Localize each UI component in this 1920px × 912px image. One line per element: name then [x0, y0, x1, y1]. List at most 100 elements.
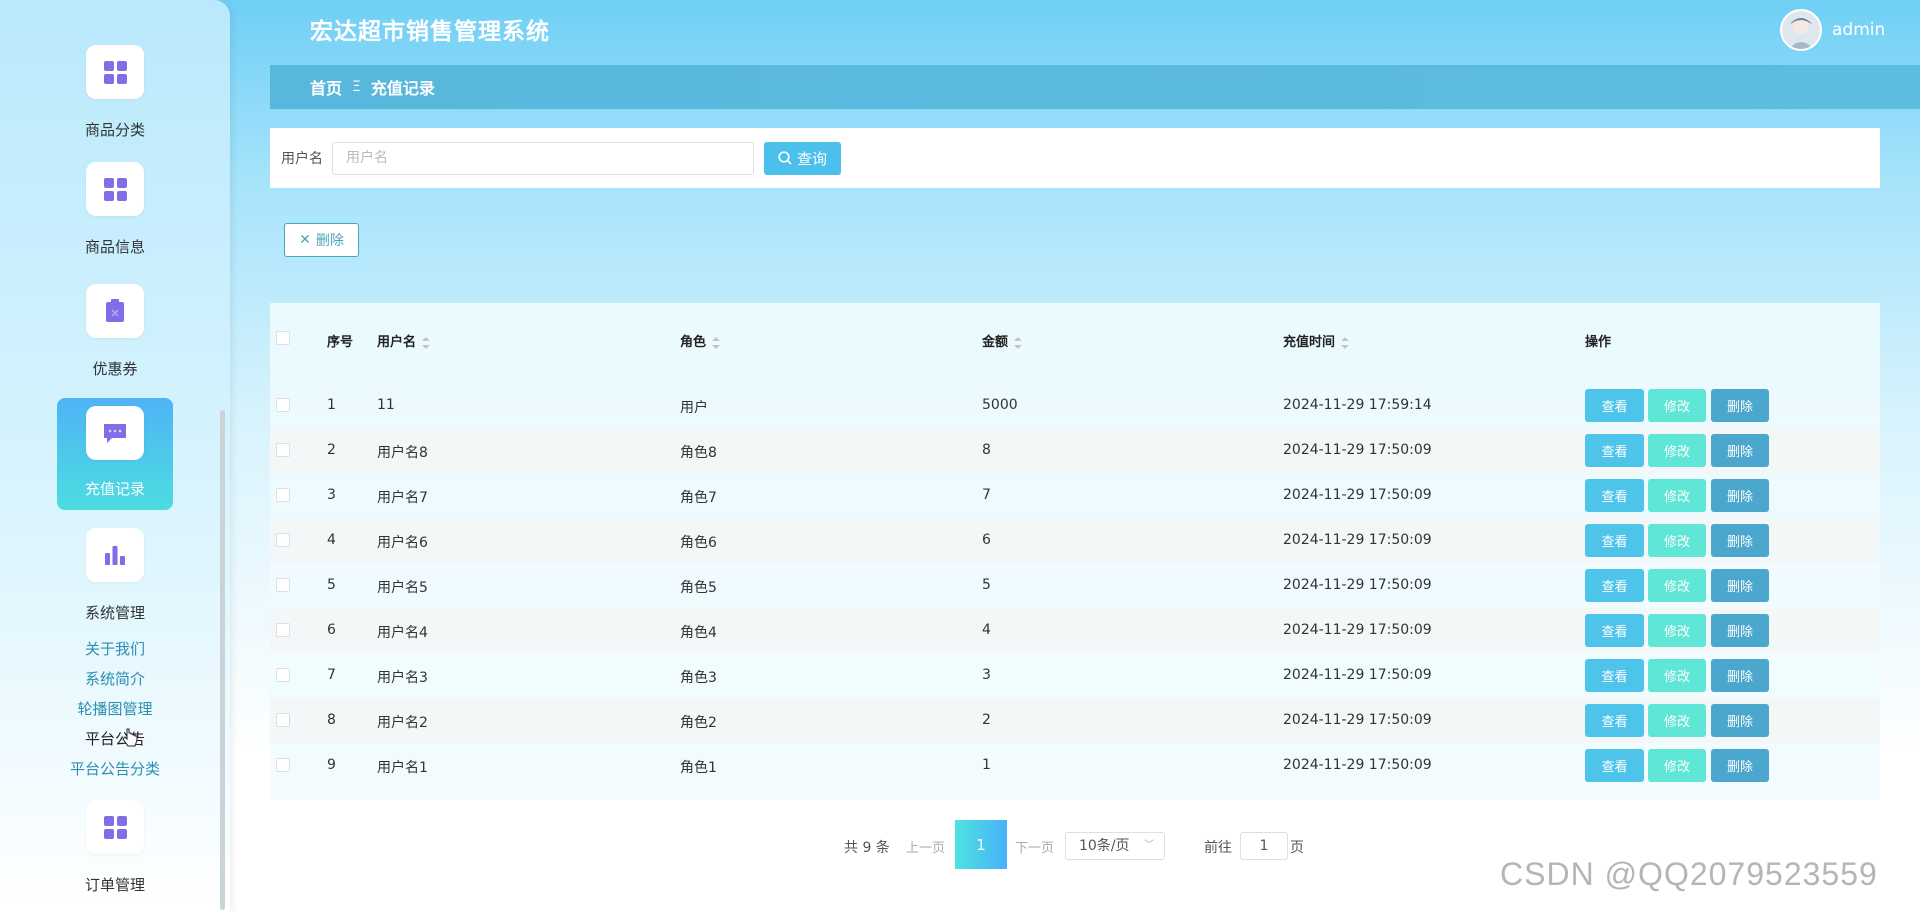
chat-icon: [86, 406, 144, 460]
delete-button[interactable]: 删除: [1711, 659, 1769, 692]
header-role[interactable]: 角色: [680, 331, 721, 350]
user-menu[interactable]: admin: [1780, 9, 1885, 51]
view-button[interactable]: 查看: [1585, 704, 1644, 737]
cell-username: 用户名5: [377, 580, 428, 596]
edit-button[interactable]: 修改: [1648, 569, 1706, 602]
header-ops: 操作: [1585, 335, 1612, 350]
cell-index: 7: [327, 667, 336, 683]
edit-button[interactable]: 修改: [1648, 659, 1706, 692]
goto-page-input[interactable]: [1240, 832, 1288, 860]
table-row: 9 用户名1 角色1 1 2024-11-29 17:50:09 查看 修改 删除: [270, 743, 1880, 788]
cell-role: 用户: [680, 400, 708, 416]
edit-button[interactable]: 修改: [1648, 524, 1706, 557]
row-checkbox[interactable]: [276, 443, 290, 457]
sidebar-subitem-platform-notice[interactable]: 平台公告: [0, 728, 230, 749]
cell-username: 用户名4: [377, 625, 428, 641]
edit-button[interactable]: 修改: [1648, 389, 1706, 422]
app-title: 宏达超市销售管理系统: [310, 19, 550, 45]
header-time[interactable]: 充值时间: [1283, 331, 1350, 350]
hand-cursor-icon: [122, 728, 138, 747]
cell-role: 角色2: [680, 715, 717, 731]
sort-icon[interactable]: [1341, 336, 1350, 349]
next-page-button[interactable]: 下一页: [1015, 837, 1054, 856]
page-size-select[interactable]: 10条/页 ﹀: [1065, 832, 1165, 860]
cell-time: 2024-11-29 17:50:09: [1283, 712, 1432, 728]
cell-amount: 7: [982, 487, 991, 503]
delete-button[interactable]: 删除: [1711, 614, 1769, 647]
edit-button[interactable]: 修改: [1648, 614, 1706, 647]
view-button[interactable]: 查看: [1585, 614, 1644, 647]
query-button[interactable]: 查询: [764, 141, 841, 175]
sort-icon[interactable]: [712, 336, 721, 349]
table-row: 1 11 用户 5000 2024-11-29 17:59:14 查看 修改 删除: [270, 383, 1880, 428]
bulk-delete-label: 删除: [315, 233, 344, 249]
header-username[interactable]: 用户名: [377, 331, 431, 350]
delete-button[interactable]: 删除: [1711, 524, 1769, 557]
edit-button[interactable]: 修改: [1648, 434, 1706, 467]
header-amount[interactable]: 金额: [982, 331, 1023, 350]
cell-time: 2024-11-29 17:50:09: [1283, 577, 1432, 593]
sidebar-item-label: 商品分类: [84, 121, 145, 139]
row-checkbox[interactable]: [276, 488, 290, 502]
delete-button[interactable]: 删除: [1711, 749, 1769, 782]
breadcrumb-home[interactable]: 首页: [310, 75, 342, 99]
sidebar-item-system-management[interactable]: 系统管理: [57, 528, 173, 623]
header-amount-label: 金额: [982, 335, 1009, 350]
view-button[interactable]: 查看: [1585, 434, 1644, 467]
edit-button[interactable]: 修改: [1648, 479, 1706, 512]
sidebar-subitem-notice-category[interactable]: 平台公告分类: [0, 758, 230, 779]
bulk-delete-button[interactable]: ✕ 删除: [284, 223, 359, 257]
row-checkbox[interactable]: [276, 398, 290, 412]
sidebar-subitem-about-us[interactable]: 关于我们: [0, 638, 230, 659]
prev-page-button[interactable]: 上一页: [906, 837, 945, 856]
row-checkbox[interactable]: [276, 713, 290, 727]
cell-username: 11: [377, 397, 395, 413]
page-number-1[interactable]: 1: [955, 820, 1007, 869]
row-checkbox[interactable]: [276, 578, 290, 592]
cell-amount: 8: [982, 442, 991, 458]
view-button[interactable]: 查看: [1585, 389, 1644, 422]
cell-username: 用户名2: [377, 715, 428, 731]
sort-icon[interactable]: [1014, 336, 1023, 349]
avatar[interactable]: [1780, 9, 1822, 51]
sidebar-item-product-info[interactable]: 商品信息: [57, 162, 173, 257]
username-search-input[interactable]: [332, 141, 754, 175]
view-button[interactable]: 查看: [1585, 569, 1644, 602]
sidebar-subitem-carousel-management[interactable]: 轮播图管理: [0, 698, 230, 719]
row-checkbox[interactable]: [276, 668, 290, 682]
select-all-checkbox[interactable]: [276, 331, 290, 345]
edit-button[interactable]: 修改: [1648, 704, 1706, 737]
edit-button[interactable]: 修改: [1648, 749, 1706, 782]
table-row: 7 用户名3 角色3 3 2024-11-29 17:50:09 查看 修改 删除: [270, 653, 1880, 698]
view-button[interactable]: 查看: [1585, 479, 1644, 512]
delete-button[interactable]: 删除: [1711, 389, 1769, 422]
sidebar-item-recharge-records[interactable]: 充值记录: [57, 398, 173, 510]
view-button[interactable]: 查看: [1585, 749, 1644, 782]
row-checkbox[interactable]: [276, 758, 290, 772]
search-bar: 用户名 查询: [270, 128, 1880, 188]
search-icon: [778, 151, 792, 165]
row-checkbox[interactable]: [276, 533, 290, 547]
grid-icon: [86, 162, 144, 216]
row-checkbox[interactable]: [276, 623, 290, 637]
header-time-label: 充值时间: [1283, 335, 1336, 350]
view-button[interactable]: 查看: [1585, 659, 1644, 692]
cell-username: 用户名7: [377, 490, 428, 506]
delete-button[interactable]: 删除: [1711, 704, 1769, 737]
cell-time: 2024-11-29 17:50:09: [1283, 532, 1432, 548]
cell-index: 5: [327, 577, 336, 593]
delete-button[interactable]: 删除: [1711, 479, 1769, 512]
sidebar-item-coupon[interactable]: 优惠券: [57, 284, 173, 379]
sidebar-subitem-system-intro[interactable]: 系统简介: [0, 668, 230, 689]
cell-index: 4: [327, 532, 336, 548]
view-button[interactable]: 查看: [1585, 524, 1644, 557]
sidebar-item-label: 优惠券: [92, 360, 138, 378]
sidebar-item-product-category[interactable]: 商品分类: [57, 45, 173, 140]
coupon-icon: [86, 284, 144, 338]
delete-button[interactable]: 删除: [1711, 434, 1769, 467]
cell-amount: 3: [982, 667, 991, 683]
header-index: 序号: [327, 335, 354, 350]
delete-button[interactable]: 删除: [1711, 569, 1769, 602]
table-row: 5 用户名5 角色5 5 2024-11-29 17:50:09 查看 修改 删除: [270, 563, 1880, 608]
sort-icon[interactable]: [422, 336, 431, 349]
